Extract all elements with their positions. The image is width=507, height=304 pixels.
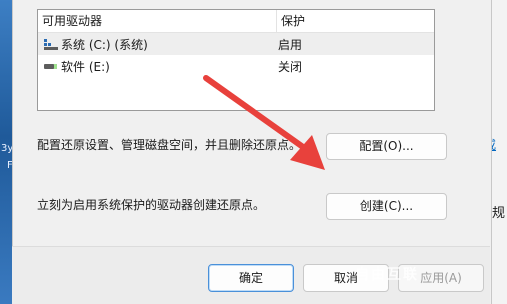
drive-icon <box>44 63 57 69</box>
protection-status: 启用 <box>278 37 303 52</box>
system-drive-icon <box>44 38 58 50</box>
create-button[interactable]: 创建(C)... <box>326 193 447 220</box>
ok-button[interactable]: 确定 <box>208 264 294 292</box>
configure-description: 配置还原设置、管理磁盘空间，并且删除还原点。 <box>37 138 302 152</box>
protection-status: 关闭 <box>278 59 303 74</box>
list-item[interactable]: 软件 (E:) 关闭 <box>38 55 434 77</box>
drive-cell: 软件 (E:) <box>38 58 272 75</box>
configure-button[interactable]: 配置(O)... <box>326 133 447 160</box>
footer-divider <box>12 246 490 247</box>
drives-list[interactable]: 可用驱动器 保护 系统 (C:) (系统) 启用 软件 (E:) 关闭 <box>37 9 435 111</box>
background-text: 规 <box>492 206 506 221</box>
drive-name: 系统 (C:) (系统) <box>61 37 148 52</box>
drive-cell: 系统 (C:) (系统) <box>38 36 272 53</box>
watermark-text: 自由互联 <box>355 267 419 283</box>
list-header: 可用驱动器 保护 <box>38 10 434 33</box>
list-item[interactable]: 系统 (C:) (系统) 启用 <box>38 33 434 55</box>
column-header-protection[interactable]: 保护 <box>277 10 434 32</box>
drive-name: 软件 (E:) <box>61 59 110 74</box>
column-header-drive[interactable]: 可用驱动器 <box>38 10 277 32</box>
create-description: 立刻为启用系统保护的驱动器创建还原点。 <box>37 198 266 212</box>
